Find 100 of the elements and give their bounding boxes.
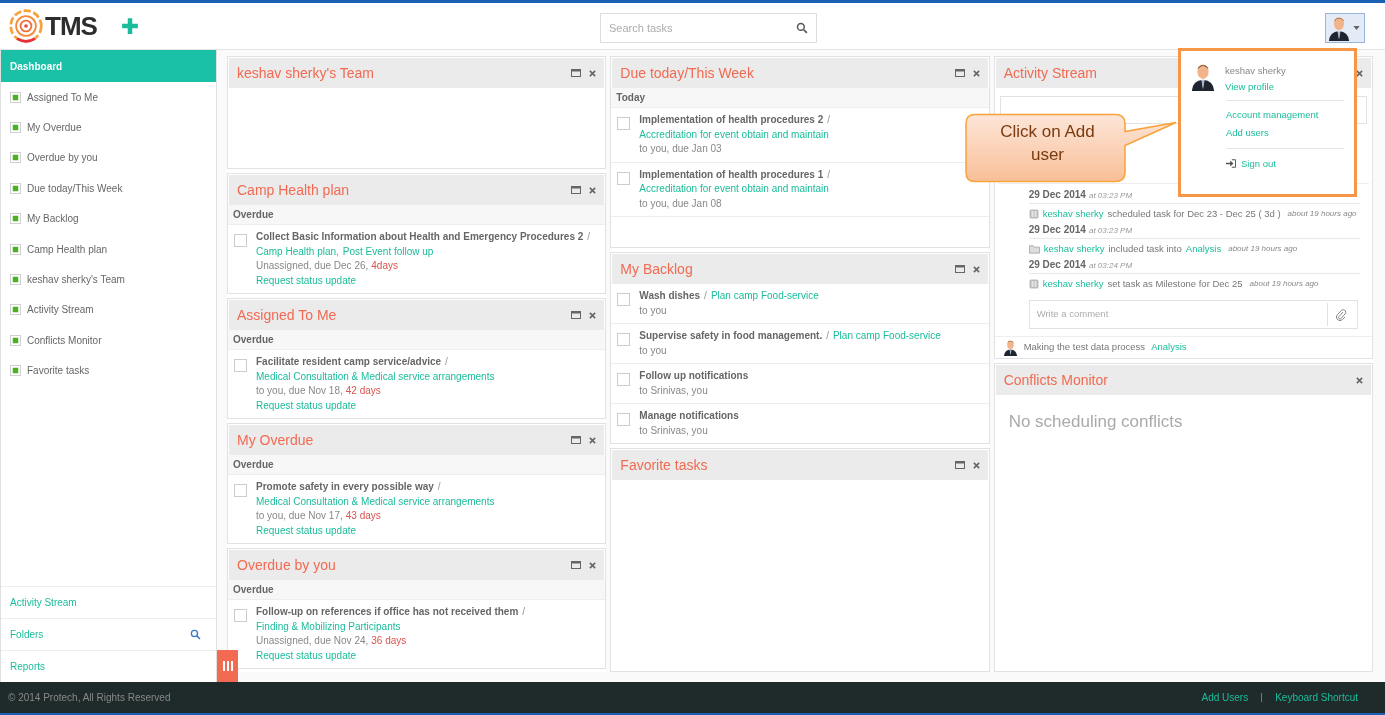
task-title[interactable]: Follow up notifications [639,369,749,384]
close-icon[interactable] [589,69,597,77]
sidebar-link[interactable]: Reports [10,659,45,674]
search-icon[interactable] [190,629,201,640]
sidebar-link[interactable]: Folders [10,627,44,642]
sidebar-item[interactable]: Due today/This Week [1,173,216,204]
close-icon[interactable] [1356,69,1363,77]
task-checkbox[interactable] [234,484,247,497]
project-link[interactable]: Post Event follow up [342,244,434,259]
task-checkbox[interactable] [234,609,247,622]
sidebar-item[interactable]: Assigned To Me [1,82,216,113]
task-checkbox[interactable] [617,117,631,130]
callout-text: Click on Add user [999,121,1096,166]
panel-toggle-button[interactable] [217,650,238,682]
avatar-button[interactable] [1325,13,1365,43]
task-title[interactable]: Implementation of health procedures 2 [639,113,824,128]
project-link[interactable]: Plan camp Food-service [710,289,819,304]
task-title[interactable]: Collect Basic Information about Health and Emergency Procedures 2 [256,230,584,245]
sidebar-item[interactable]: My Overdue [1,112,216,143]
minimize-icon[interactable] [571,69,582,77]
square-icon [10,274,21,286]
task-title[interactable]: Promote safety in every possible way [256,480,434,495]
task-title[interactable]: Follow-up on references if office has not received them [256,605,519,620]
close-icon[interactable] [1356,376,1363,384]
search-icon[interactable] [796,22,808,34]
minimize-icon[interactable] [571,311,582,319]
group-heading: Overdue [228,330,606,350]
task-checkbox[interactable] [234,359,247,372]
avatar-icon [1328,15,1350,41]
close-icon[interactable] [589,561,597,569]
sidebar-item[interactable]: My Backlog [1,203,216,234]
project-link[interactable]: Finding & Mobilizing Participants [256,619,401,634]
task-title[interactable]: Supervise safety in food management. [639,329,823,344]
sidebar-item[interactable]: Activity Stream [1,294,216,326]
entry-age: about 19 hours ago [1228,243,1298,255]
sidebar-item[interactable]: Camp Health plan [1,233,216,265]
sidebar-item[interactable]: keshav sherky's Team [1,264,216,295]
project-link[interactable]: Medical Consultation & Medical service arrangements [256,369,495,384]
sidebar-item[interactable]: Conflicts Monitor [1,325,216,356]
project-link[interactable]: Medical Consultation & Medical service arrangements [256,494,495,509]
footer-link[interactable]: Keyboard Shortcut [1275,690,1358,705]
project-link[interactable]: Accreditation for event obtain and maintain [639,182,829,197]
minimize-icon[interactable] [571,436,582,444]
separator: / [827,167,831,182]
separator: / [826,329,829,343]
sidebar-link[interactable]: Activity Stream [10,595,77,610]
menu-link[interactable]: Account management [1226,108,1319,123]
task-checkbox[interactable] [617,373,631,386]
sidebar-item[interactable]: Dashboard [1,50,216,82]
close-icon[interactable] [972,265,980,273]
user-link[interactable]: keshav sherky [1043,239,1105,258]
close-icon[interactable] [589,186,597,194]
square-icon [10,213,21,225]
close-icon[interactable] [972,69,980,77]
square-icon [10,243,21,255]
sidebar-item[interactable]: Overdue by you [1,142,216,174]
status-link[interactable]: Request status update [256,648,357,663]
close-icon[interactable] [972,461,980,469]
comment-box[interactable]: Write a comment [1028,300,1358,329]
project-link[interactable]: Accreditation for event obtain and maintain [639,127,829,142]
menu-link[interactable]: Sign out [1241,156,1276,171]
task-title[interactable]: Implementation of health procedures 1 [639,167,824,182]
separator: / [522,605,526,619]
minimize-icon[interactable] [954,265,965,273]
project-link[interactable]: Analysis [1151,340,1187,355]
comment-field[interactable]: Write a comment [1029,307,1327,322]
close-icon[interactable] [589,311,597,319]
search-input[interactable]: Search tasks [609,19,796,37]
menu-link[interactable]: View profile [1225,79,1286,95]
entry-action: included task into [1108,242,1182,256]
task-checkbox[interactable] [617,171,631,185]
task-title[interactable]: Manage notifications [639,409,739,424]
status-link[interactable]: Request status update [256,398,357,413]
task-checkbox[interactable] [617,333,631,346]
sidebar-item[interactable]: Favorite tasks [1,355,216,386]
task-title[interactable]: Wash dishes [639,289,701,304]
project-link[interactable]: Analysis [1185,239,1222,258]
square-icon [10,152,21,164]
project-link[interactable]: Plan camp Food-service [832,329,941,344]
bars-icon [221,660,234,672]
status-link[interactable]: Request status update [256,273,357,288]
footer-link[interactable]: Add Users [1201,690,1249,705]
task-checkbox[interactable] [617,293,631,306]
minimize-icon[interactable] [571,186,582,194]
task-checkbox[interactable] [234,234,247,247]
user-link[interactable]: keshav sherky [1042,204,1104,223]
minimize-icon[interactable] [571,561,582,569]
status-link[interactable]: Request status update [256,523,357,538]
task-meta: to you, due Jan 08 [639,197,722,209]
minimize-icon[interactable] [954,69,965,77]
close-icon[interactable] [589,436,597,444]
search-field[interactable]: Search tasks [600,13,817,43]
minimize-icon[interactable] [954,461,965,469]
square-icon [10,122,21,134]
task-title[interactable]: Facilitate resident camp service/advice [256,355,442,370]
project-link[interactable]: Camp Health plan, [256,244,339,259]
menu-link[interactable]: Add users [1226,126,1269,141]
user-link[interactable]: keshav sherky [1042,274,1104,293]
task-checkbox[interactable] [617,413,631,426]
overdue-days: 4days [371,260,398,271]
